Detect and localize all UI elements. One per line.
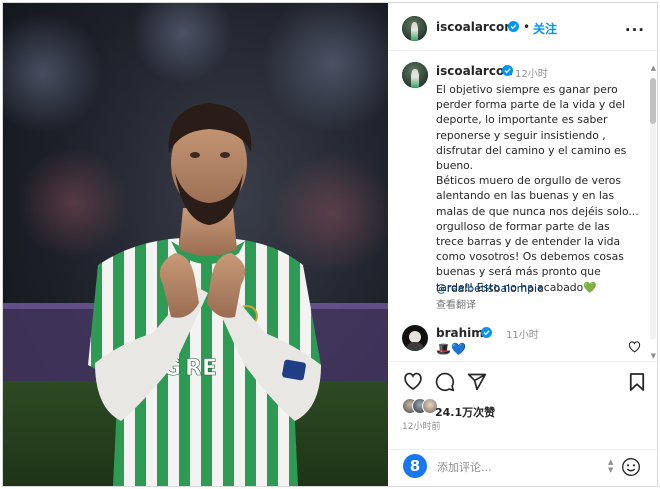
scroll-up-icon[interactable]: ▲ [651,64,656,72]
action-bar [389,361,657,401]
caption-timestamp: 12小时 [515,69,548,80]
post-sidebar: iscoalarcon • 关注 ... iscoalarcon 12小时 El… [389,3,657,486]
verified-icon [502,65,513,76]
caption-text: El objetivo siempre es ganar pero perder… [436,82,646,295]
more-icon[interactable]: ... [625,17,645,35]
emoji-icon[interactable] [621,457,641,477]
scroll-down-icon[interactable]: ▼ [651,352,656,360]
caption-author-avatar[interactable] [402,62,428,88]
see-translation-link[interactable]: 查看翻译 [436,296,476,311]
post-header: iscoalarcon • 关注 ... [389,3,657,51]
svg-text:RE: RE [185,356,217,381]
comment-input[interactable] [437,458,587,476]
input-scroll-arrows[interactable]: ▲ ▼ [608,458,613,474]
share-icon[interactable] [467,372,487,392]
comments-list: iscoalarcon 12小时 El objetivo siempre es … [389,52,657,360]
post-dialog: G RE iscoalarcon • 关注 ... iscoalarcon 12… [2,2,658,487]
green-heart-emoji: 💚 [583,280,597,294]
comment-username[interactable]: brahim [436,326,484,340]
comment-like-heart-icon[interactable] [628,341,641,353]
bookmark-icon[interactable] [629,372,645,392]
caption-body: El objetivo siempre es ganar pero perder… [436,83,639,294]
verified-icon [508,21,519,32]
player-photo-illustration: G RE [3,3,388,486]
comment-author-avatar[interactable] [402,325,428,351]
post-timestamp: 12小时前 [402,422,441,432]
likes-count[interactable]: 24.1万次赞 [435,404,495,420]
comments-scrollbar[interactable]: ▲ ▼ [650,64,656,360]
follow-button[interactable]: 关注 [533,20,557,37]
author-avatar[interactable] [402,16,427,41]
add-comment-bar: 8 ▲▼ [389,449,657,486]
app-badge-icon: 8 [403,454,427,478]
scroll-thumb[interactable] [650,78,656,124]
comment-icon[interactable] [435,372,455,392]
separator-dot: • [523,20,531,34]
scroll-track[interactable] [650,78,656,340]
verified-icon [481,327,492,338]
author-username[interactable]: iscoalarcon [436,20,513,34]
mention-link[interactable]: @realbetisbalompie [436,282,544,295]
comment-text: 🎩💙 [436,342,466,356]
post-photo[interactable]: G RE [3,3,388,486]
comment-timestamp: 11小时 [506,330,539,341]
heart-icon[interactable] [403,372,423,391]
